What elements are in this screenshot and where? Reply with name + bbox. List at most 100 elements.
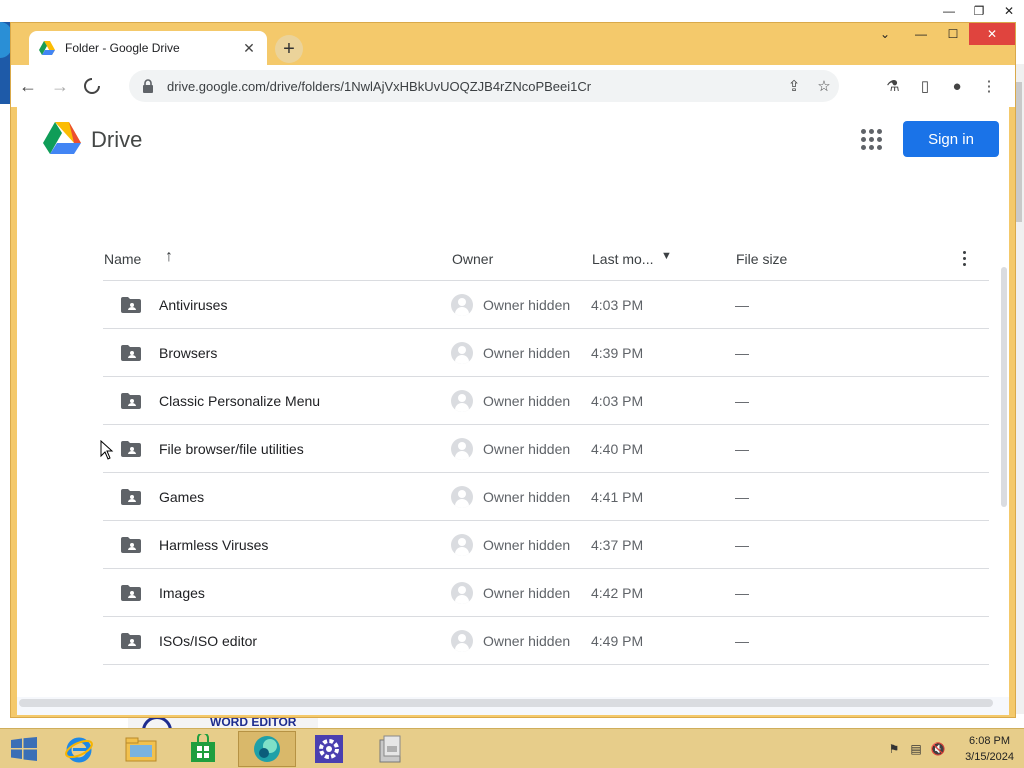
- table-row[interactable]: Browsers Owner hidden 4:39 PM —: [103, 329, 989, 377]
- last-modified: 4:03 PM: [591, 393, 644, 409]
- table-row[interactable]: Games Owner hidden 4:41 PM —: [103, 473, 989, 521]
- forward-arrow-icon[interactable]: →: [45, 71, 75, 101]
- url-text[interactable]: drive.google.com/drive/folders/1NwlAjVxH…: [167, 79, 779, 94]
- table-row[interactable]: Harmless Viruses Owner hidden 4:37 PM —: [103, 521, 989, 569]
- column-owner-header: Owner: [452, 251, 494, 267]
- shared-folder-icon: [121, 297, 141, 313]
- last-modified: 4:49 PM: [591, 633, 644, 649]
- content-scrollbar[interactable]: [1001, 267, 1007, 507]
- table-row[interactable]: Classic Personalize Menu Owner hidden 4:03…: [103, 377, 989, 425]
- windows-logo-icon: [11, 737, 37, 761]
- tab-google-drive[interactable]: Folder - Google Drive ✕: [29, 31, 267, 65]
- taskbar-file-explorer[interactable]: [112, 731, 170, 767]
- table-row[interactable]: ISOs/ISO editor Owner hidden 4:49 PM —: [103, 617, 989, 665]
- google-drive-favicon-icon: [39, 41, 55, 55]
- toolbar-actions: ⚗ ▯ ● ⋮: [877, 71, 1005, 101]
- column-name-header[interactable]: Name: [104, 251, 141, 267]
- owner-avatar-icon: [451, 486, 473, 508]
- file-name: Harmless Viruses: [159, 537, 269, 553]
- taskbar-browser[interactable]: [238, 731, 296, 767]
- column-last-modified-header[interactable]: Last mo...: [592, 251, 653, 267]
- owner-name: Owner hidden: [483, 345, 571, 361]
- owner-name: Owner hidden: [483, 489, 571, 505]
- shared-folder-icon: [121, 633, 141, 649]
- internet-explorer-icon: [65, 737, 93, 763]
- taskbar-settings[interactable]: [300, 731, 358, 767]
- owner-name: Owner hidden: [483, 393, 571, 409]
- file-size: —: [735, 633, 749, 649]
- column-file-size-header: File size: [736, 251, 788, 267]
- shared-folder-icon: [121, 585, 141, 601]
- google-apps-grid-icon[interactable]: [857, 125, 885, 153]
- side-panel-icon[interactable]: ▯: [909, 71, 941, 101]
- loading-spinner-icon[interactable]: [77, 71, 107, 101]
- tab-close-icon[interactable]: ✕: [241, 40, 257, 57]
- table-row[interactable]: Antiviruses Owner hidden 4:03 PM —: [103, 281, 989, 329]
- horizontal-scrollbar[interactable]: [19, 699, 993, 707]
- maximize-icon[interactable]: ☐: [937, 23, 969, 45]
- shared-folder-icon: [121, 489, 141, 505]
- owner-avatar-icon: [451, 534, 473, 556]
- last-modified: 4:37 PM: [591, 537, 644, 553]
- taskbar: ⚑ ▤ 🔇 6:08 PM 3/15/2024: [0, 728, 1024, 768]
- background-window-controls: — ❐ ✕: [934, 0, 1024, 22]
- file-name: Images: [159, 585, 205, 601]
- owner-avatar-icon: [451, 342, 473, 364]
- new-tab-button[interactable]: +: [275, 35, 303, 63]
- window-close-icon[interactable]: ✕: [969, 23, 1015, 45]
- table-row[interactable]: File browser/file utilities Owner hidden 4…: [103, 425, 989, 473]
- last-modified: 4:41 PM: [591, 489, 644, 505]
- lock-icon[interactable]: [141, 79, 155, 93]
- sort-up-arrow-icon[interactable]: ↑: [165, 248, 173, 266]
- taskbar-installer[interactable]: [362, 731, 420, 767]
- gear-icon: [315, 735, 343, 763]
- list-options-kebab-icon[interactable]: [961, 251, 967, 266]
- clock-date: 3/15/2024: [965, 751, 1014, 763]
- sort-dropdown-icon[interactable]: ▼: [661, 250, 672, 262]
- volume-muted-icon[interactable]: 🔇: [927, 738, 949, 760]
- owner-name: Owner hidden: [483, 441, 571, 457]
- profile-avatar-icon[interactable]: ●: [941, 71, 973, 101]
- flag-icon[interactable]: ⚑: [883, 738, 905, 760]
- file-name: Classic Personalize Menu: [159, 393, 321, 409]
- owner-avatar-icon: [451, 294, 473, 316]
- address-bar[interactable]: drive.google.com/drive/folders/1NwlAjVxH…: [129, 70, 839, 102]
- menu-kebab-icon[interactable]: ⋮: [973, 71, 1005, 101]
- browser-app-icon: [254, 736, 280, 762]
- browser-window: Folder - Google Drive ✕ + ⌄ — ☐ ✕ ← → dr…: [10, 22, 1016, 718]
- share-icon[interactable]: ⇪: [779, 77, 809, 95]
- bookmark-star-icon[interactable]: ☆: [809, 77, 839, 95]
- file-name: Antiviruses: [159, 297, 228, 313]
- shared-folder-icon: [121, 537, 141, 553]
- file-size: —: [735, 297, 749, 313]
- file-size: —: [735, 393, 749, 409]
- taskbar-store[interactable]: [174, 731, 232, 767]
- sign-in-button[interactable]: Sign in: [903, 121, 999, 157]
- last-modified: 4:03 PM: [591, 297, 644, 313]
- clock[interactable]: 6:08 PM 3/15/2024: [965, 733, 1014, 765]
- back-arrow-icon[interactable]: ←: [13, 71, 43, 101]
- file-name: File browser/file utilities: [159, 441, 304, 457]
- horizontal-scrollbar-area: [17, 697, 1009, 715]
- shared-folder-icon: [121, 393, 141, 409]
- network-icon[interactable]: ▤: [905, 738, 927, 760]
- google-drive-logo-icon[interactable]: [43, 121, 81, 155]
- tab-search-chevron-icon[interactable]: ⌄: [865, 23, 905, 45]
- labs-flask-icon[interactable]: ⚗: [877, 71, 909, 101]
- owner-avatar-icon: [451, 630, 473, 652]
- tab-title: Folder - Google Drive: [65, 41, 180, 55]
- file-size: —: [735, 489, 749, 505]
- drive-brand[interactable]: Drive: [91, 127, 142, 153]
- minimize-icon[interactable]: —: [934, 0, 964, 22]
- last-modified: 4:39 PM: [591, 345, 644, 361]
- start-button[interactable]: [4, 733, 44, 765]
- minimize-icon[interactable]: —: [905, 23, 937, 45]
- owner-name: Owner hidden: [483, 585, 571, 601]
- owner-name: Owner hidden: [483, 297, 571, 313]
- taskbar-internet-explorer[interactable]: [50, 731, 108, 767]
- table-row[interactable]: Images Owner hidden 4:42 PM —: [103, 569, 989, 617]
- file-size: —: [735, 441, 749, 457]
- system-tray: ⚑ ▤ 🔇 6:08 PM 3/15/2024: [883, 729, 1014, 768]
- close-icon[interactable]: ✕: [994, 0, 1024, 22]
- restore-icon[interactable]: ❐: [964, 0, 994, 22]
